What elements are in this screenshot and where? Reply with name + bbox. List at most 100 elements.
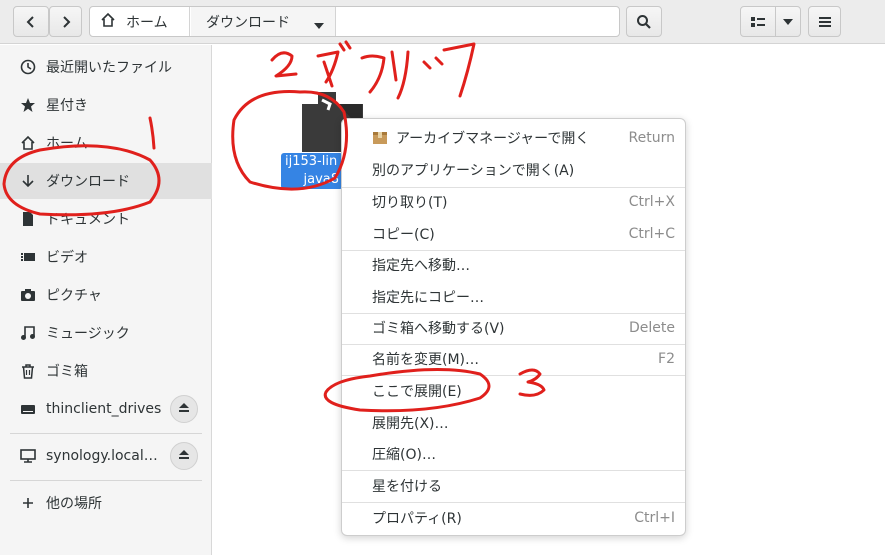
sidebar-item-label: 星付き	[46, 98, 88, 114]
file-name-label[interactable]: ij153-lin java8	[281, 153, 343, 189]
sidebar-item-videos[interactable]: ビデオ	[0, 239, 212, 275]
sidebar-item-label: 最近開いたファイル	[46, 60, 172, 76]
file-name-line2: java8	[303, 172, 339, 187]
package-icon	[372, 131, 388, 145]
sidebar-item-downloads[interactable]: ダウンロード	[0, 163, 212, 199]
music-icon	[20, 325, 36, 341]
menu-item-label: プロパティ(R)	[372, 511, 462, 527]
sidebar-item-trash[interactable]: ゴミ箱	[0, 353, 212, 389]
file-name-line1: ij153-lin	[285, 154, 338, 169]
menu-item-star[interactable]: 星を付ける	[342, 471, 685, 501]
sidebar-separator	[10, 433, 202, 434]
menu-item-label: 指定先にコピー…	[372, 290, 484, 306]
sidebar-item-recent[interactable]: 最近開いたファイル	[0, 49, 212, 85]
menu-item-accel: Ctrl+C	[628, 226, 675, 242]
caret-down-icon	[782, 18, 794, 26]
breadcrumb-current-label: ダウンロード	[206, 14, 290, 31]
sidebar-item-label: ゴミ箱	[46, 364, 88, 380]
search-button[interactable]	[626, 6, 662, 37]
annotation-double-click-text-c	[422, 42, 476, 98]
menu-item-accel: F2	[658, 351, 675, 367]
menu-item-properties[interactable]: プロパティ(R) Ctrl+I	[342, 503, 685, 533]
sidebar-separator	[10, 480, 202, 481]
breadcrumb-home[interactable]: ホーム	[90, 7, 190, 36]
forward-button[interactable]	[49, 6, 82, 37]
sidebar-item-thinclient-drives[interactable]: thinclient_drives	[0, 391, 212, 427]
menu-item-extract-to[interactable]: 展開先(X)…	[342, 408, 685, 438]
view-options-button[interactable]	[775, 6, 801, 37]
menu-item-accel: Return	[628, 130, 675, 146]
menu-item-open-archive-manager[interactable]: アーカイブマネージャーで開く Return	[342, 123, 685, 153]
clock-icon	[20, 59, 36, 75]
sidebar-item-label: 他の場所	[46, 496, 102, 512]
sidebar-item-label: ドキュメント	[46, 212, 130, 228]
menu-item-label: 切り取り(T)	[372, 195, 448, 211]
sidebar-item-label: ミュージック	[46, 326, 130, 342]
menu-item-accel: Delete	[629, 320, 675, 336]
trash-icon	[20, 363, 36, 379]
annotation-double-click-text-b	[360, 50, 410, 100]
home-icon	[100, 12, 116, 32]
sidebar: 最近開いたファイル 星付き ホーム ダウンロード ドキュメント ビデオ ピクチャ…	[0, 45, 212, 555]
sidebar-item-label: ビデオ	[46, 250, 88, 266]
sidebar-item-synology[interactable]: synology.local…	[0, 438, 212, 474]
network-icon	[20, 448, 36, 464]
sidebar-item-starred[interactable]: 星付き	[0, 87, 212, 123]
menu-item-accel: Ctrl+X	[628, 194, 675, 210]
sidebar-item-label: synology.local…	[46, 448, 158, 464]
menu-item-label: アーカイブマネージャーで開く	[396, 131, 590, 147]
menu-item-compress[interactable]: 圧縮(O)…	[342, 439, 685, 469]
eject-icon	[178, 401, 190, 417]
drive-icon	[20, 401, 36, 417]
menu-item-label: コピー(C)	[372, 227, 435, 243]
chevron-left-icon	[25, 15, 37, 28]
sidebar-item-label: thinclient_drives	[46, 401, 162, 417]
sidebar-item-label: ダウンロード	[46, 174, 130, 190]
menu-item-label: ゴミ箱へ移動する(V)	[372, 321, 505, 337]
menu-item-label: 名前を変更(M)…	[372, 352, 480, 368]
sidebar-item-label: ホーム	[46, 136, 88, 152]
eject-button[interactable]	[170, 442, 198, 470]
menu-item-label: 圧縮(O)…	[372, 447, 436, 463]
menu-item-move-to-trash[interactable]: ゴミ箱へ移動する(V) Delete	[342, 313, 685, 343]
plus-icon	[20, 495, 36, 511]
menu-item-extract-here[interactable]: ここで展開(E)	[342, 376, 685, 406]
sidebar-item-pictures[interactable]: ピクチャ	[0, 277, 212, 313]
menu-item-cut[interactable]: 切り取り(T) Ctrl+X	[342, 187, 685, 217]
star-icon	[20, 97, 36, 113]
home-icon	[20, 135, 36, 151]
document-icon	[20, 211, 36, 227]
menu-item-rename[interactable]: 名前を変更(M)… F2	[342, 344, 685, 374]
annotation-double-click-text-a	[316, 40, 352, 88]
sidebar-item-music[interactable]: ミュージック	[0, 315, 212, 351]
sidebar-item-home[interactable]: ホーム	[0, 125, 212, 161]
menu-item-label: 星を付ける	[372, 479, 442, 495]
sidebar-item-label: ピクチャ	[46, 288, 102, 304]
main-menu-button[interactable]	[808, 6, 841, 37]
eject-button[interactable]	[170, 395, 198, 423]
caret-down-icon	[313, 18, 325, 34]
context-menu: アーカイブマネージャーで開く Return 別のアプリケーションで開く(A) 切…	[341, 118, 686, 536]
view-toggle-button[interactable]	[740, 6, 776, 37]
menu-item-label: 別のアプリケーションで開く(A)	[372, 163, 575, 179]
chevron-right-icon	[60, 15, 72, 28]
search-icon	[636, 14, 652, 30]
menu-item-move-to[interactable]: 指定先へ移動…	[342, 250, 685, 280]
menu-item-label: 展開先(X)…	[372, 416, 449, 432]
grid-view-icon	[751, 16, 765, 28]
menu-item-open-with-other[interactable]: 別のアプリケーションで開く(A)	[342, 155, 685, 185]
back-button[interactable]	[13, 6, 49, 37]
sidebar-item-documents[interactable]: ドキュメント	[0, 201, 212, 237]
camera-icon	[20, 287, 36, 303]
header-bar: ホーム ダウンロード	[0, 0, 885, 44]
sidebar-item-other-locations[interactable]: 他の場所	[0, 485, 212, 521]
hamburger-menu-icon	[818, 16, 831, 28]
breadcrumb-home-label: ホーム	[126, 14, 168, 31]
eject-icon	[178, 448, 190, 464]
menu-item-copy-to[interactable]: 指定先にコピー…	[342, 282, 685, 312]
breadcrumb-current[interactable]: ダウンロード	[191, 7, 336, 36]
menu-item-label: 指定先へ移動…	[372, 258, 470, 274]
menu-item-copy[interactable]: コピー(C) Ctrl+C	[342, 219, 685, 249]
annotation-step-2	[270, 51, 298, 78]
video-icon	[20, 249, 36, 265]
